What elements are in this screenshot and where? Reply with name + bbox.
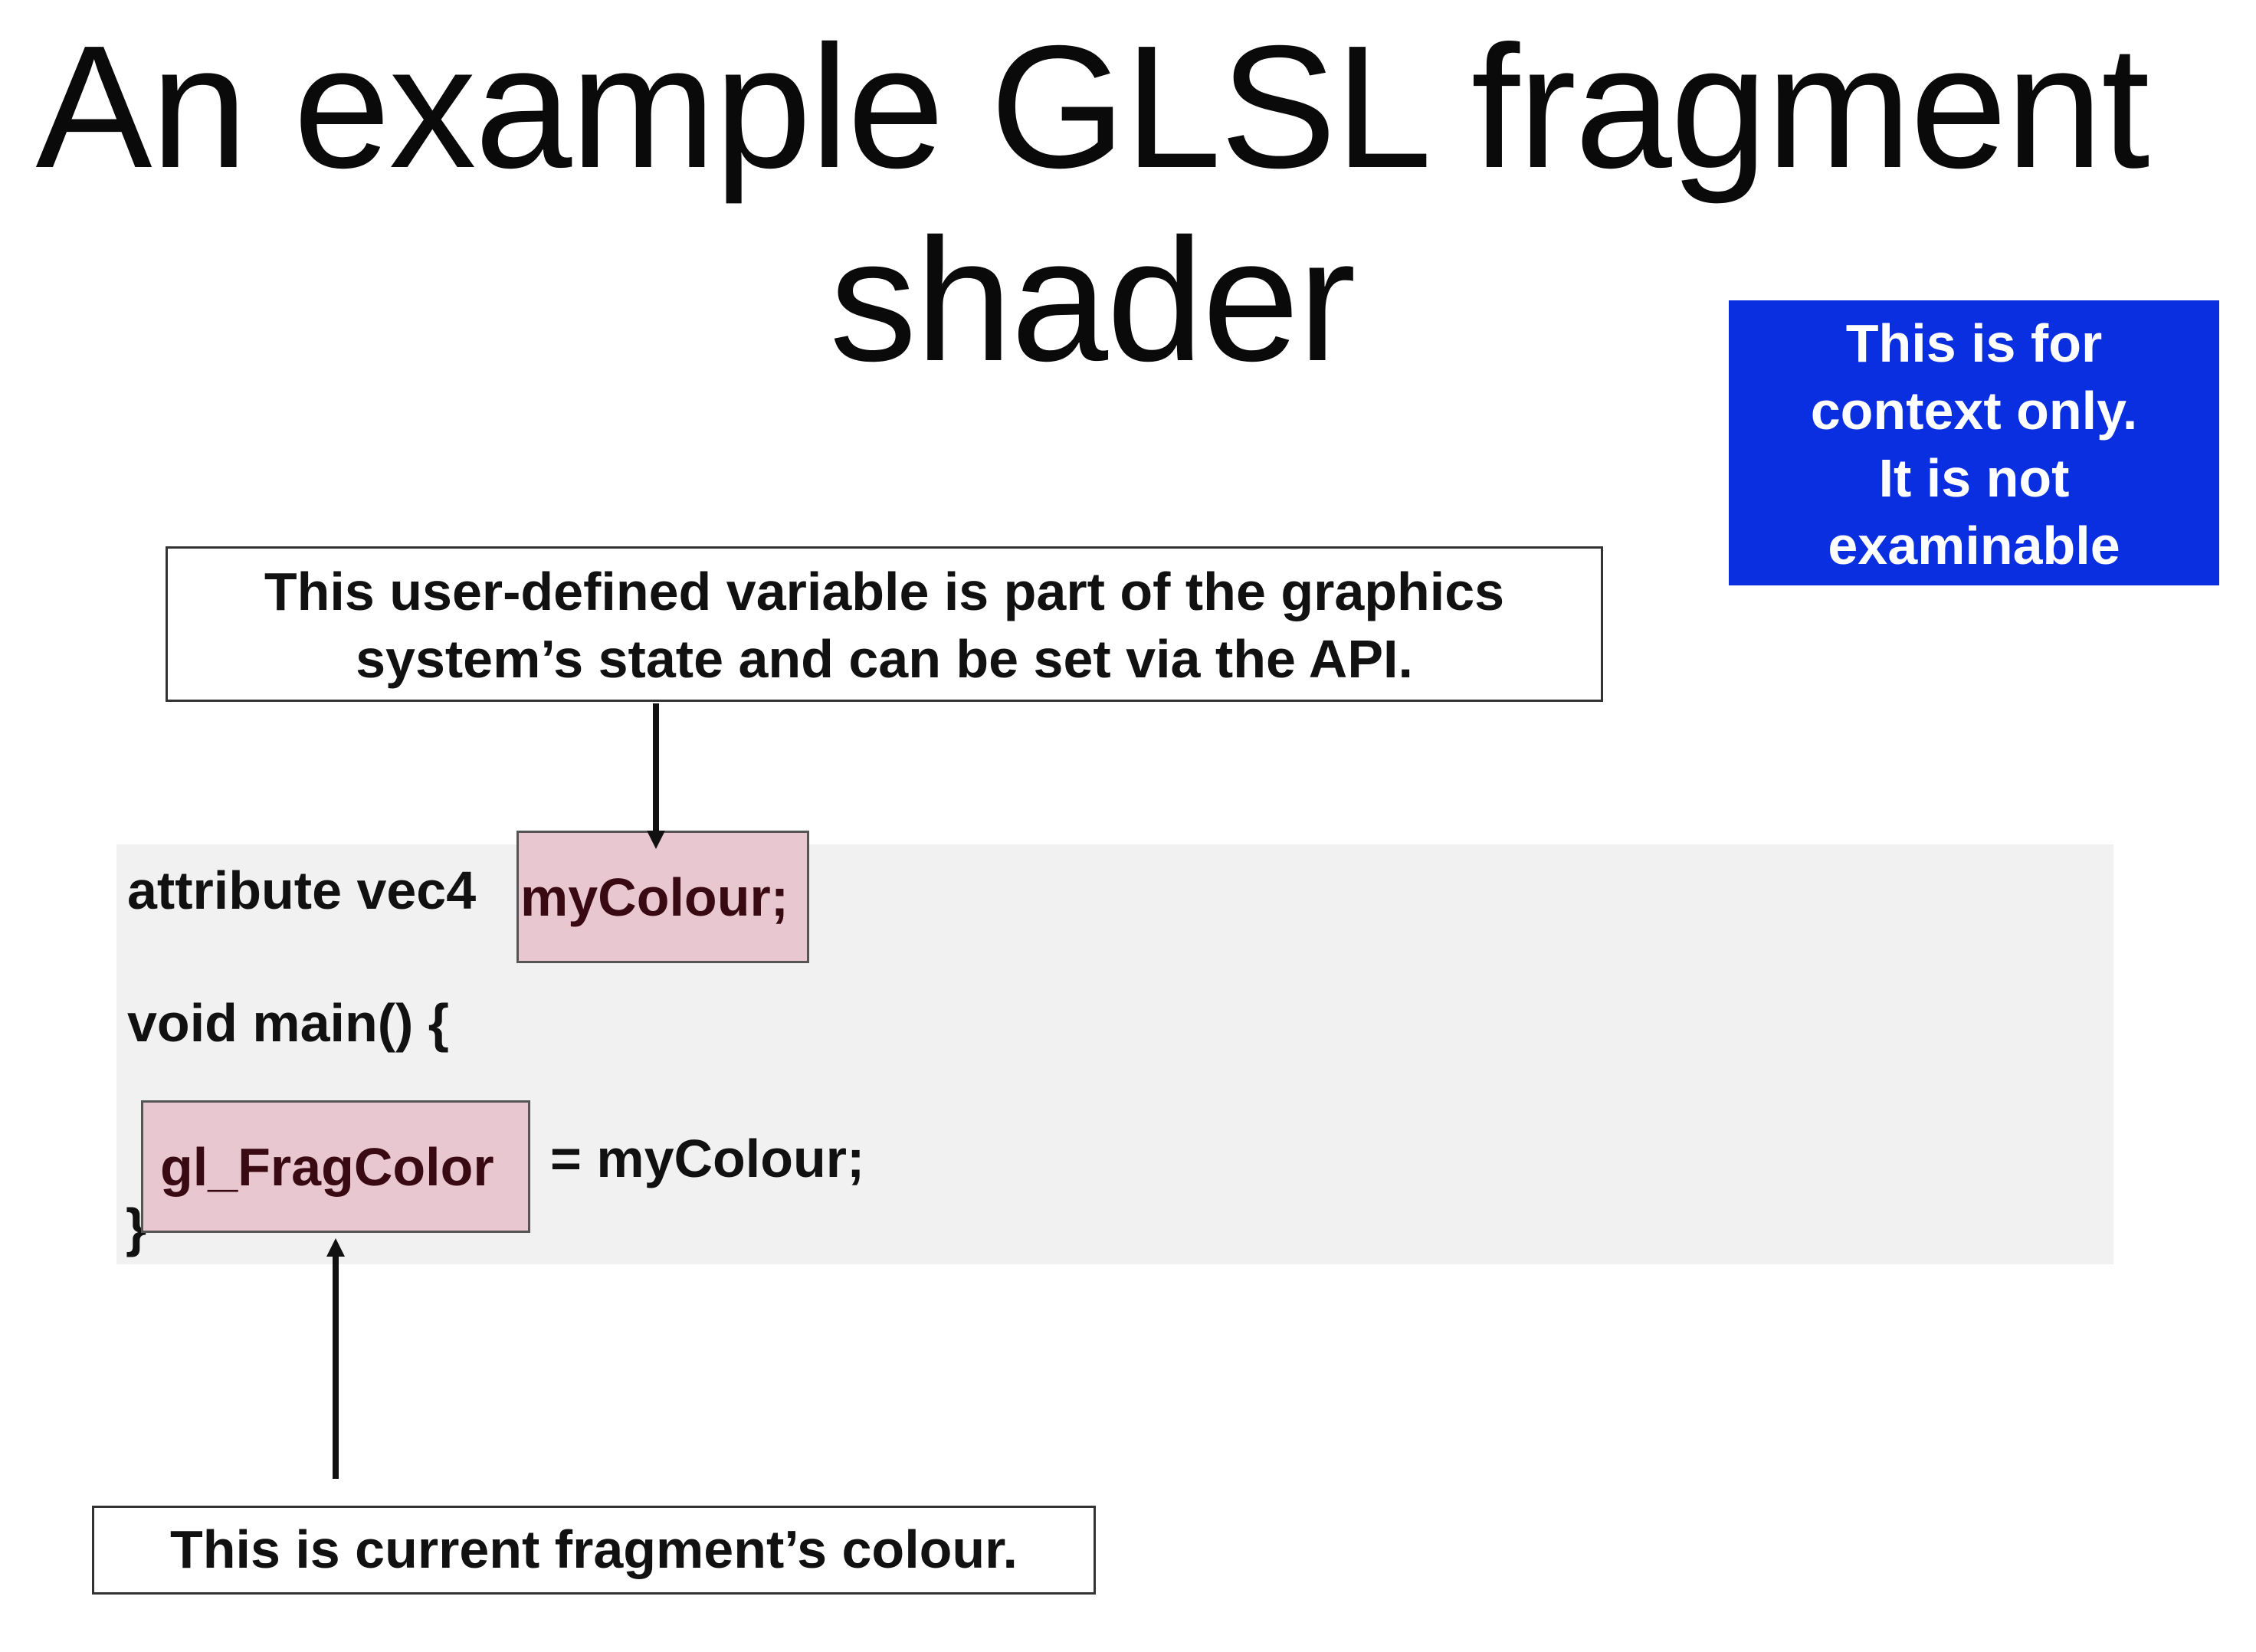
highlight-glfragcolor: gl_FragColor bbox=[141, 1100, 530, 1233]
context-notice-badge: This is for context only. It is not exam… bbox=[1729, 300, 2219, 585]
callout-user-variable: This user-defined variable is part of th… bbox=[166, 546, 1603, 702]
code-line-assignment: = myColour; bbox=[550, 1129, 865, 1188]
arrow-down-to-mycolour bbox=[647, 703, 665, 849]
highlight-glfragcolor-text: gl_FragColor bbox=[160, 1136, 494, 1197]
callout-fragment-colour: This is current fragment’s colour. bbox=[92, 1506, 1096, 1595]
code-line-main: void main() { bbox=[127, 993, 450, 1053]
code-line-attribute: attribute vec4 bbox=[127, 860, 491, 920]
highlight-mycolour: myColour; bbox=[516, 831, 809, 963]
arrow-up-to-glfragcolor bbox=[326, 1238, 345, 1479]
highlight-mycolour-text: myColour; bbox=[520, 867, 789, 927]
